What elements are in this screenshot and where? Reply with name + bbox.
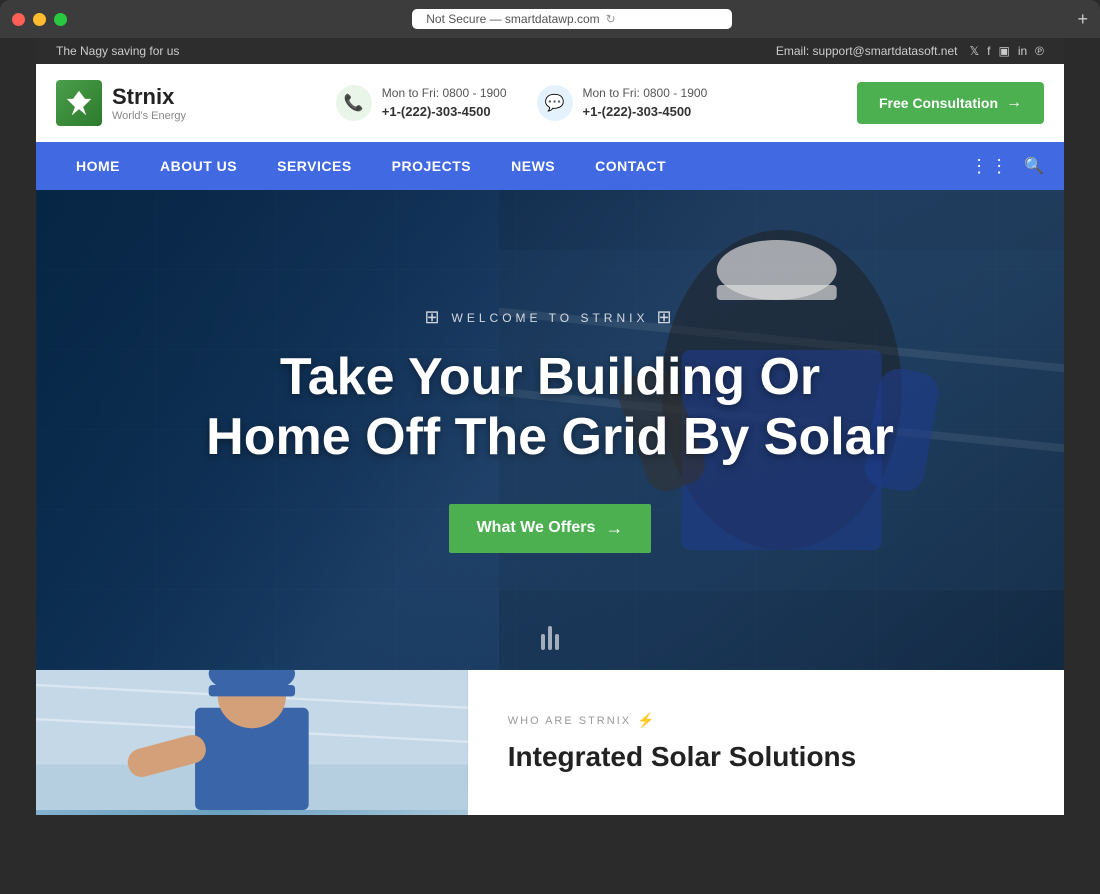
hero-solar-icon-right: ⊞	[656, 307, 675, 328]
logo-name: Strnix	[112, 84, 186, 110]
topbar-left-text: The Nagy saving for us	[56, 44, 179, 58]
hero-title-line2: Home Off The Grid By Solar	[206, 408, 894, 466]
topbar-right: Email: support@smartdatasoft.net 𝕏 f ▣ i…	[776, 44, 1044, 58]
pinterest-icon[interactable]: ℗	[1035, 44, 1044, 58]
traffic-light-yellow[interactable]	[33, 13, 46, 26]
hero-cta-label: What We Offers	[477, 519, 596, 537]
chat-icon-circle: 💬	[537, 85, 573, 121]
logo-text: Strnix World's Energy	[112, 84, 186, 122]
nav-search-icon[interactable]: 🔍	[1024, 156, 1044, 176]
address-bar: Not Secure — smartdatawp.com ↻	[75, 9, 1069, 29]
scroll-bar-2	[548, 626, 552, 650]
cta-label: Free Consultation	[879, 95, 998, 111]
phone-icon-circle: 📞	[336, 85, 372, 121]
window-chrome: Not Secure — smartdatawp.com ↻ +	[0, 0, 1100, 38]
contact-chat-line2: +1-(222)-303-4500	[583, 104, 692, 119]
address-text: Not Secure — smartdatawp.com	[426, 12, 599, 26]
logo-svg	[65, 89, 93, 117]
contact-item-chat: 💬 Mon to Fri: 0800 - 1900 +1-(222)-303-4…	[537, 84, 708, 122]
header-contacts: 📞 Mon to Fri: 0800 - 1900 +1-(222)-303-4…	[336, 84, 707, 122]
worker2-svg	[36, 670, 468, 810]
contact-chat-line1: Mon to Fri: 0800 - 1900	[583, 84, 708, 102]
free-consultation-button[interactable]: Free Consultation →	[857, 82, 1044, 124]
facebook-icon[interactable]: f	[987, 44, 990, 58]
hero-content: ⊞ WELCOME TO STRNIX ⊞ Take Your Building…	[36, 190, 1064, 670]
nav-menu-dots[interactable]: ⋮⋮	[970, 156, 1010, 177]
nav-item-contact[interactable]: CONTACT	[575, 142, 686, 190]
cta-arrow: →	[1006, 94, 1022, 112]
nav-item-about[interactable]: ABOUT US	[140, 142, 257, 190]
below-fold-text: WHO ARE STRNIX ⚡ Integrated Solar Soluti…	[468, 670, 1064, 815]
refresh-icon[interactable]: ↻	[606, 12, 616, 26]
nav-item-home[interactable]: HOME	[56, 142, 140, 190]
below-fold-image	[36, 670, 468, 815]
scroll-bar-3	[555, 634, 559, 650]
scroll-indicator	[541, 626, 559, 650]
site-wrapper: The Nagy saving for us Email: support@sm…	[36, 38, 1064, 815]
section-label-text: WHO ARE STRNIX	[508, 715, 631, 727]
nav-item-projects[interactable]: PROJECTS	[372, 142, 491, 190]
hero-label: ⊞ WELCOME TO STRNIX ⊞	[424, 307, 675, 328]
address-bar-inner[interactable]: Not Secure — smartdatawp.com ↻	[412, 9, 732, 29]
top-bar: The Nagy saving for us Email: support@sm…	[36, 38, 1064, 64]
hero-cta-arrow: →	[605, 518, 623, 539]
below-fold-section: WHO ARE STRNIX ⚡ Integrated Solar Soluti…	[36, 670, 1064, 815]
instagram-icon[interactable]: ▣	[998, 44, 1009, 58]
hero-section: ⊞ WELCOME TO STRNIX ⊞ Take Your Building…	[36, 190, 1064, 670]
new-tab-button[interactable]: +	[1077, 9, 1088, 30]
hero-title: Take Your Building Or Home Off The Grid …	[206, 348, 894, 468]
what-we-offers-button[interactable]: What We Offers →	[449, 504, 652, 553]
nav-items: HOME ABOUT US SERVICES PROJECTS NEWS CON…	[56, 142, 970, 190]
contact-phone-details: Mon to Fri: 0800 - 1900 +1-(222)-303-450…	[382, 84, 507, 122]
hero-solar-icon-left: ⊞	[424, 307, 443, 328]
traffic-light-red[interactable]	[12, 13, 25, 26]
lightning-icon: ⚡	[637, 712, 656, 729]
topbar-email: Email: support@smartdatasoft.net	[776, 44, 958, 58]
nav-item-news[interactable]: NEWS	[491, 142, 575, 190]
contact-phone-line2: +1-(222)-303-4500	[382, 104, 491, 119]
social-icons: 𝕏 f ▣ in ℗	[969, 44, 1044, 58]
twitter-icon[interactable]: 𝕏	[969, 44, 979, 58]
logo-area: Strnix World's Energy	[56, 80, 186, 126]
nav-right: ⋮⋮ 🔍	[970, 156, 1044, 177]
nav-item-services[interactable]: SERVICES	[257, 142, 372, 190]
traffic-light-green[interactable]	[54, 13, 67, 26]
hero-label-text: WELCOME TO STRNIX	[452, 311, 649, 325]
logo-tagline: World's Energy	[112, 110, 186, 122]
hero-title-line1: Take Your Building Or	[280, 348, 820, 406]
section-label: WHO ARE STRNIX ⚡	[508, 712, 1024, 729]
linkedin-icon[interactable]: in	[1018, 44, 1027, 58]
contact-chat-details: Mon to Fri: 0800 - 1900 +1-(222)-303-450…	[583, 84, 708, 122]
header: Strnix World's Energy 📞 Mon to Fri: 0800…	[36, 64, 1064, 142]
section-title: Integrated Solar Solutions	[508, 741, 1024, 773]
scroll-bar-1	[541, 634, 545, 650]
contact-item-phone: 📞 Mon to Fri: 0800 - 1900 +1-(222)-303-4…	[336, 84, 507, 122]
contact-phone-line1: Mon to Fri: 0800 - 1900	[382, 84, 507, 102]
logo-icon	[56, 80, 102, 126]
navigation: HOME ABOUT US SERVICES PROJECTS NEWS CON…	[36, 142, 1064, 190]
